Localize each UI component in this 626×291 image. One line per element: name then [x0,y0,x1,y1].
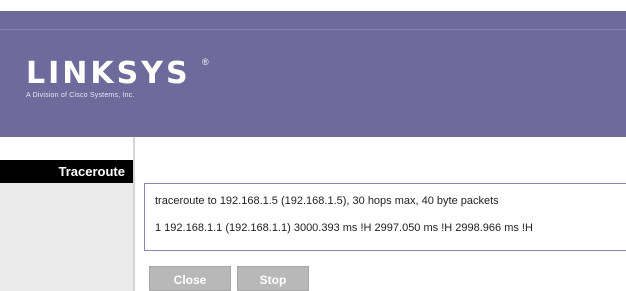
output-line: 1 192.168.1.1 (192.168.1.1) 3000.393 ms … [155,222,533,234]
traceroute-window: LINKSYS ® A Division of Cisco Systems, I… [0,0,626,291]
stop-button[interactable]: Stop [237,266,309,291]
column-divider [133,137,135,291]
output-line: traceroute to 192.168.1.5 (192.168.1.5),… [155,195,499,207]
logo-tagline: A Division of Cisco Systems, Inc. [26,92,135,99]
logo-wordmark: LINKSYS [26,56,191,91]
close-button[interactable]: Close [149,266,231,291]
top-strip [0,0,626,11]
registered-mark: ® [202,57,209,67]
traceroute-output: traceroute to 192.168.1.5 (192.168.1.5),… [144,183,626,251]
linksys-logo: LINKSYS ® A Division of Cisco Systems, I… [26,56,209,99]
header-banner: LINKSYS ® A Division of Cisco Systems, I… [0,11,626,137]
section-title: Traceroute [0,160,133,183]
left-column-panel [0,183,133,291]
